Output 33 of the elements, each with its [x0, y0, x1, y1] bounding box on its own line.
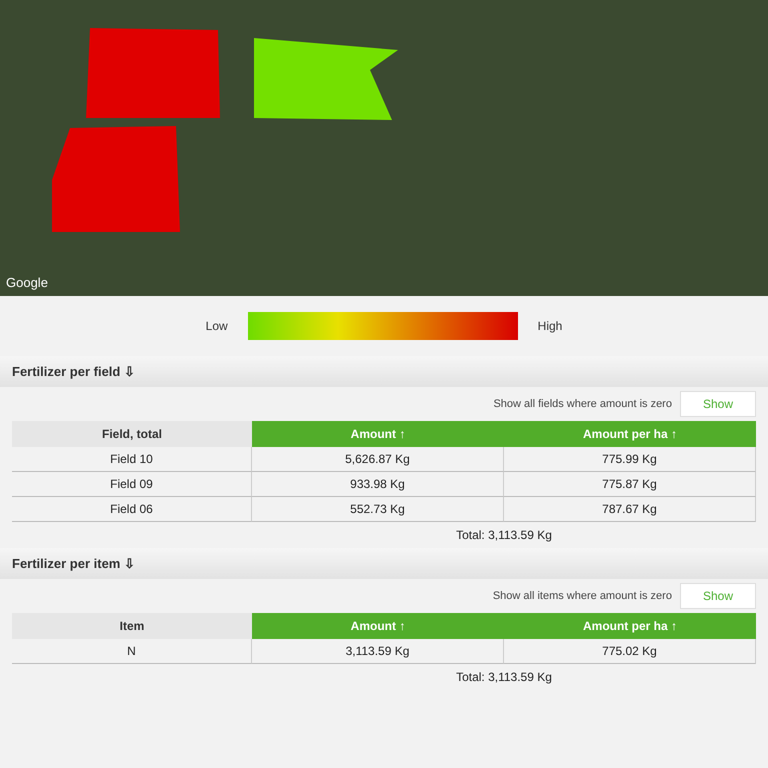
show-button[interactable]: Show [680, 583, 756, 609]
filter-label: Show all items where amount is zero [492, 590, 672, 602]
field-polygon[interactable] [86, 28, 220, 118]
column-header[interactable]: Amount ↑ [252, 421, 504, 447]
column-header[interactable]: Amount per ha ↑ [504, 421, 756, 447]
column-header[interactable]: Field, total [12, 421, 252, 447]
table-cell: Field 10 [12, 447, 252, 472]
section-header[interactable]: Fertilizer per item ⇩ [0, 548, 768, 579]
column-header[interactable]: Amount ↑ [252, 613, 504, 639]
table-cell: 552.73 Kg [252, 497, 504, 522]
map-logo: Google [6, 275, 48, 290]
column-header[interactable]: Item [12, 613, 252, 639]
table-cell: 933.98 Kg [252, 472, 504, 497]
table-cell: N [12, 639, 252, 664]
table-cell: 775.02 Kg [504, 639, 756, 664]
table-cell: Field 06 [12, 497, 252, 522]
section-header[interactable]: Fertilizer per field ⇩ [0, 356, 768, 387]
column-header[interactable]: Amount per ha ↑ [504, 613, 756, 639]
table-cell: 775.99 Kg [504, 447, 756, 472]
field-polygon[interactable] [254, 38, 398, 120]
show-button[interactable]: Show [680, 391, 756, 417]
field-polygon[interactable] [52, 126, 180, 232]
table-cell: 775.87 Kg [504, 472, 756, 497]
legend-high-label: High [538, 319, 562, 333]
legend-low-label: Low [206, 319, 228, 333]
table-cell: 5,626.87 Kg [252, 447, 504, 472]
table-cell: Field 09 [12, 472, 252, 497]
table-cell: 787.67 Kg [504, 497, 756, 522]
total-text: Total: 3,113.59 Kg [455, 527, 553, 544]
table-cell: 3,113.59 Kg [252, 639, 504, 664]
filter-label: Show all fields where amount is zero [493, 398, 672, 410]
satellite-map[interactable]: Google [0, 0, 768, 296]
total-text: Total: 3,113.59 Kg [455, 669, 553, 686]
